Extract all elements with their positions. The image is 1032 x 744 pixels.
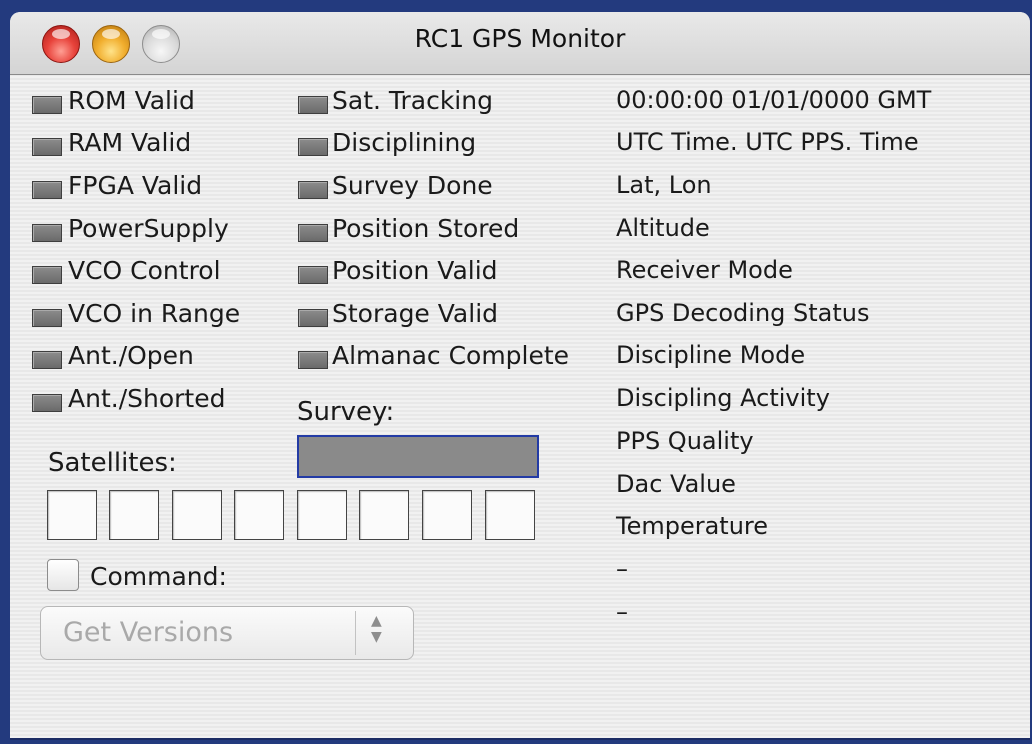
discipling-activity-info: Discipling Activity [616,384,830,412]
led-indicator-icon [32,224,62,242]
status-sat-tracking: Sat. Tracking [332,86,493,115]
temperature-info: Temperature [616,512,769,540]
discipline-mode-info: Discipline Mode [616,341,806,369]
status-rom-valid: ROM Valid [68,86,195,115]
lat-lon-info: Lat, Lon [616,171,712,199]
satellite-slot [359,490,409,540]
led-indicator-icon [32,181,62,199]
status-vco-in-range: VCO in Range [68,299,241,328]
led-indicator-icon [298,138,328,156]
command-select[interactable]: Get Versions ▲ ▼ [40,606,414,660]
led-indicator-icon [32,266,62,284]
command-label: Command: [90,562,227,591]
led-indicator-icon [298,351,328,369]
extra-info-1: – [616,555,628,583]
satellite-slot [485,490,535,540]
led-indicator-icon [32,394,62,412]
led-indicator-icon [298,224,328,242]
extra-info-2: – [616,598,628,626]
status-ant-open: Ant./Open [68,341,194,370]
command-checkbox[interactable] [47,559,79,591]
led-indicator-icon [298,181,328,199]
satellite-slot [234,490,284,540]
led-indicator-icon [298,96,328,114]
satellite-slot [297,490,347,540]
satellites-label: Satellites: [48,448,177,478]
altitude-info: Altitude [616,214,710,242]
status-fpga-valid: FPGA Valid [68,171,203,200]
status-vco-control: VCO Control [68,256,221,285]
led-indicator-icon [32,351,62,369]
updown-arrows-icon: ▲ ▼ [371,613,382,645]
window-title: RC1 GPS Monitor [414,24,626,53]
status-ant-shorted: Ant./Shorted [68,384,226,413]
utc-time-info: UTC Time. UTC PPS. Time [616,128,919,156]
status-position-valid: Position Valid [332,256,498,285]
status-powersupply: PowerSupply [68,214,229,243]
app-window: RC1 GPS Monitor ROM Valid RAM Valid FPGA… [10,12,1030,740]
gps-datetime: 00:00:00 01/01/0000 GMT [616,86,932,114]
status-storage-valid: Storage Valid [332,299,499,328]
status-survey-done: Survey Done [332,171,493,200]
command-select-value: Get Versions [63,617,234,648]
satellite-slot [422,490,472,540]
survey-label: Survey: [297,397,395,427]
status-disciplining: Disciplining [332,128,477,157]
led-indicator-icon [32,309,62,327]
satellite-slot [47,490,97,540]
status-almanac-complete: Almanac Complete [332,341,570,370]
gps-decoding-status-info: GPS Decoding Status [616,299,870,327]
pps-quality-info: PPS Quality [616,427,754,455]
led-indicator-icon [298,266,328,284]
status-position-stored: Position Stored [332,214,520,243]
receiver-mode-info: Receiver Mode [616,256,793,284]
popup-divider [355,611,356,655]
satellite-slot [109,490,159,540]
dac-value-info: Dac Value [616,470,736,498]
status-ram-valid: RAM Valid [68,128,192,157]
led-indicator-icon [32,96,62,114]
title-bar[interactable]: RC1 GPS Monitor [10,12,1030,75]
led-indicator-icon [298,309,328,327]
led-indicator-icon [32,138,62,156]
survey-progress-bar [297,435,539,478]
satellite-slot [172,490,222,540]
